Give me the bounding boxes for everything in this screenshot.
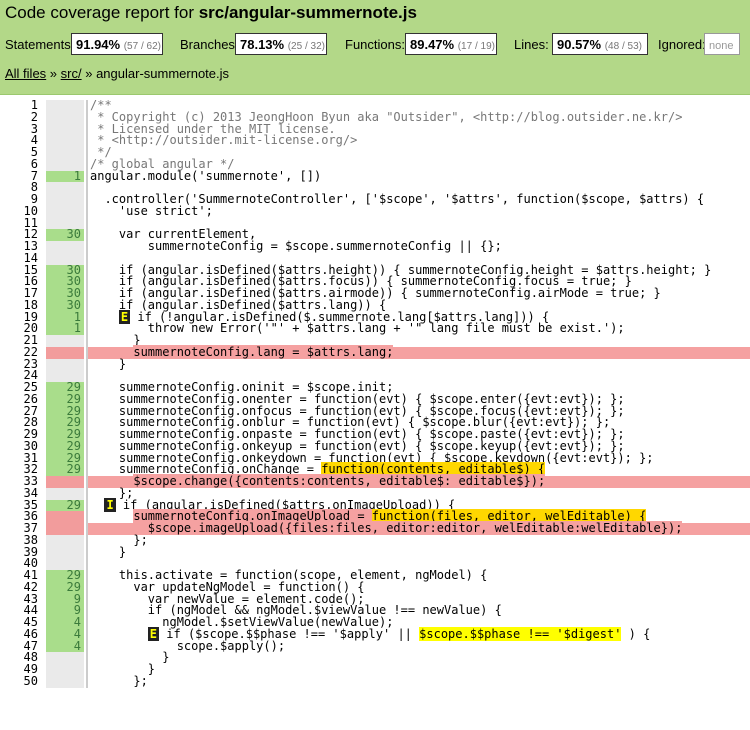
hit-count bbox=[46, 652, 84, 664]
code-statement: angular.module('summernote', []) bbox=[90, 168, 322, 183]
code-text: } bbox=[86, 544, 750, 559]
hit-count: 30 bbox=[46, 228, 84, 241]
hit-count bbox=[46, 675, 84, 688]
stat-frac: (48 / 53) bbox=[604, 41, 642, 52]
hit-count bbox=[46, 241, 84, 253]
hit-count bbox=[46, 546, 84, 559]
code-text: scope.$apply(); bbox=[86, 640, 750, 653]
hit-count bbox=[46, 534, 84, 547]
breadcrumb: All files » src/ » angular-summernote.js bbox=[5, 66, 229, 81]
hit-count bbox=[46, 523, 84, 535]
hit-count bbox=[46, 476, 84, 488]
code-text: } bbox=[86, 663, 750, 676]
code-line: 50 }; bbox=[0, 673, 750, 688]
stat-frac: none bbox=[709, 40, 734, 52]
code-text: }; bbox=[86, 534, 750, 547]
page-title: Code coverage report for src/angular-sum… bbox=[5, 3, 417, 23]
stat-label: Statements: bbox=[5, 37, 75, 52]
stat-value-box: 90.57% (48 / 53) bbox=[552, 33, 648, 55]
hit-count: 29 bbox=[46, 463, 84, 476]
hit-count bbox=[46, 511, 84, 523]
code-line: 4 * <http://outsider.mit-license.org/> bbox=[0, 133, 750, 148]
hit-count bbox=[46, 182, 84, 194]
code-text: } bbox=[86, 651, 750, 664]
code-line: 23 } bbox=[0, 356, 750, 371]
hit-count bbox=[46, 100, 84, 112]
breadcrumb-all-files[interactable]: All files bbox=[5, 66, 46, 81]
breadcrumb-current-file: angular-summernote.js bbox=[96, 66, 230, 81]
stat-value-box: none bbox=[704, 33, 740, 55]
stat-label: Functions: bbox=[345, 37, 405, 52]
code-statement: summernoteConfig = $scope.summernoteConf… bbox=[90, 239, 502, 253]
code-text: * <http://outsider.mit-license.org/> bbox=[86, 133, 750, 148]
stat-value-box: 78.13% (25 / 32) bbox=[235, 33, 327, 55]
code-text: summernoteConfig.lang = $attrs.lang; bbox=[86, 344, 750, 359]
hit-count: 1 bbox=[46, 170, 84, 183]
code-statement: } bbox=[90, 544, 127, 559]
hit-count bbox=[46, 147, 84, 159]
code-statement: $scope.change({contents:contents, editab… bbox=[133, 474, 546, 488]
hit-count bbox=[46, 358, 84, 371]
code-statement: }; bbox=[90, 673, 148, 688]
code-statement: summernoteConfig.lang = $attrs.lang; bbox=[133, 344, 394, 359]
stat-pct: 89.47% bbox=[410, 37, 455, 52]
code-text: } bbox=[86, 356, 750, 371]
stat-pct: 91.94% bbox=[76, 37, 121, 52]
code-text: }; bbox=[86, 673, 750, 688]
code-text: 'use strict'; bbox=[86, 203, 750, 218]
hit-count bbox=[46, 664, 84, 676]
code-statement: $scope.imageUpload({files:files, editor:… bbox=[147, 521, 683, 535]
code-statement: * <http://outsider.mit-license.org/> bbox=[90, 133, 358, 148]
code-text: summernoteConfig = $scope.summernoteConf… bbox=[86, 239, 750, 253]
code-statement: 'use strict'; bbox=[90, 203, 213, 218]
code-text: throw new Error('"' + $attrs.lang + '" l… bbox=[86, 321, 750, 336]
title-file: src/angular-summernote.js bbox=[198, 3, 417, 22]
stat-frac: (17 / 19) bbox=[457, 41, 495, 52]
hit-count bbox=[46, 205, 84, 218]
hit-count bbox=[46, 194, 84, 206]
code-line: 13 summernoteConfig = $scope.summernoteC… bbox=[0, 239, 750, 253]
title-prefix: Code coverage report for bbox=[5, 3, 199, 22]
stat-label: Branches: bbox=[180, 37, 239, 52]
hit-count bbox=[46, 335, 84, 347]
uncovered-branch-highlight: $scope.$$phase !== '$digest' bbox=[419, 626, 622, 641]
stat-pct: 90.57% bbox=[557, 37, 602, 52]
code-line: 10 'use strict'; bbox=[0, 203, 750, 218]
code-tail: ) { bbox=[621, 626, 651, 641]
stat-label: Lines: bbox=[514, 37, 549, 52]
stat-frac: (25 / 32) bbox=[287, 41, 325, 52]
breadcrumb-separator: » bbox=[46, 66, 61, 81]
stat-value-box: 91.94% (57 / 62) bbox=[71, 33, 163, 55]
line-number[interactable]: 50 bbox=[0, 675, 38, 688]
report-header: Code coverage report for src/angular-sum… bbox=[0, 0, 750, 95]
code-statement: } bbox=[90, 356, 127, 371]
hit-count bbox=[46, 346, 84, 359]
code-line: 39 } bbox=[0, 544, 750, 559]
code-line: 7 1 angular.module('summernote', []) bbox=[0, 168, 750, 183]
code-text: $scope.imageUpload({files:files, editor:… bbox=[86, 521, 750, 535]
breadcrumb-src-dir[interactable]: src/ bbox=[61, 66, 82, 81]
stat-pct: 78.13% bbox=[240, 37, 285, 52]
hit-count bbox=[46, 111, 84, 124]
source-listing: 1/** 2 * Copyright (c) 2013 JeongHoon Byu… bbox=[0, 99, 750, 688]
hit-count: 4 bbox=[46, 640, 84, 653]
stat-value-box: 89.47% (17 / 19) bbox=[405, 33, 497, 55]
code-text: $scope.change({contents:contents, editab… bbox=[86, 474, 750, 488]
stat-label: Ignored: bbox=[658, 37, 706, 52]
code-statement: throw new Error('"' + $attrs.lang + '" l… bbox=[90, 321, 625, 336]
code-text: angular.module('summernote', []) bbox=[86, 168, 750, 183]
breadcrumb-separator: » bbox=[81, 66, 97, 81]
hit-count: 29 bbox=[46, 499, 84, 512]
hit-count: 1 bbox=[46, 322, 84, 335]
hit-count bbox=[46, 135, 84, 147]
stat-frac: (57 / 62) bbox=[123, 41, 161, 52]
hit-count bbox=[46, 123, 84, 136]
